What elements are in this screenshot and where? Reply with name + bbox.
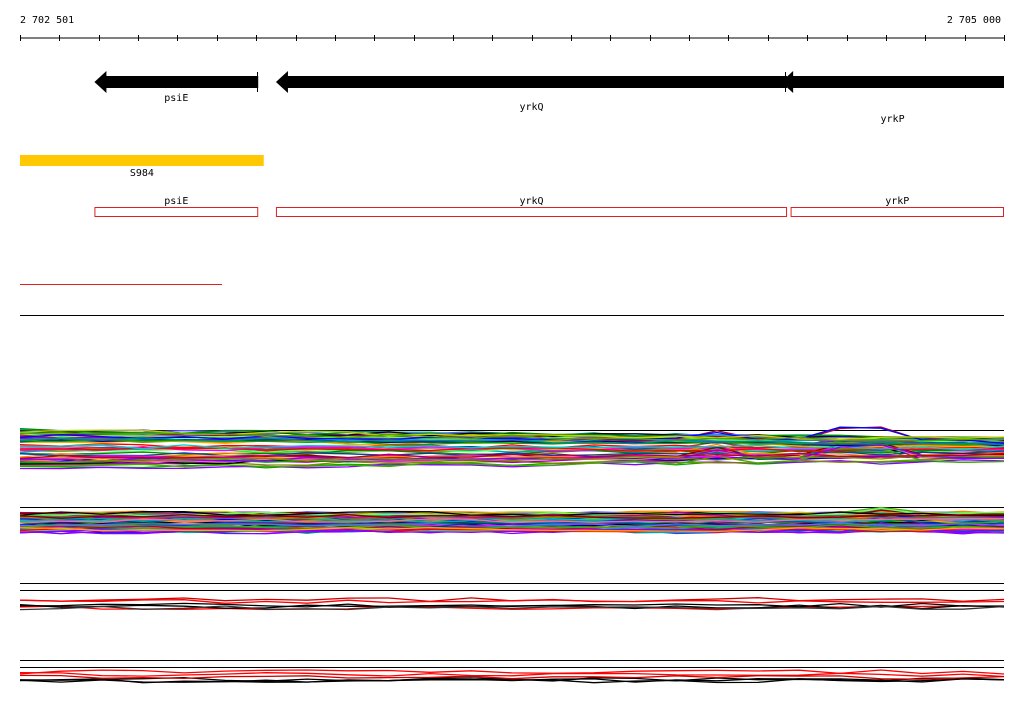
cds-box-psiE (94, 207, 259, 217)
ruler-end-label: 2 705 000 (947, 15, 1001, 26)
segment-bar-S984 (20, 155, 264, 166)
cds-box-yrkP (790, 207, 1004, 217)
gene-label-yrkQ: yrkQ (519, 102, 543, 113)
gene-arrow-yrkQ (275, 71, 788, 93)
ruler-start-label: 2 702 501 (20, 15, 74, 26)
cds-box-yrkQ (275, 207, 788, 217)
profile-panel-4 (19, 660, 1005, 684)
coordinate-ruler: 2 702 501 2 705 000 (20, 15, 1005, 41)
genome-browser-view: 2 702 501 2 705 000 psiE yrkQ yrkP S984 ps… (19, 15, 1005, 684)
gene-arrow-psiE (94, 71, 259, 93)
cds-label-yrkP: yrkP (885, 196, 909, 207)
segment-track: S984 (20, 155, 264, 179)
segment-label-S984: S984 (130, 168, 154, 179)
gene-label-yrkP: yrkP (881, 114, 905, 125)
cds-track: psiE yrkQ yrkP (94, 196, 1004, 217)
profile-panel-3 (19, 583, 1005, 611)
profile-panel-1 (19, 426, 1005, 470)
profile-line (19, 599, 1005, 604)
gene-label-psiE: psiE (164, 93, 188, 104)
gene-track: psiE yrkQ yrkP (94, 71, 1004, 125)
cds-label-psiE: psiE (164, 196, 188, 207)
gene-arrow-yrkP (781, 71, 1004, 93)
cds-label-yrkQ: yrkQ (519, 196, 543, 207)
profile-panel-2 (19, 506, 1005, 535)
